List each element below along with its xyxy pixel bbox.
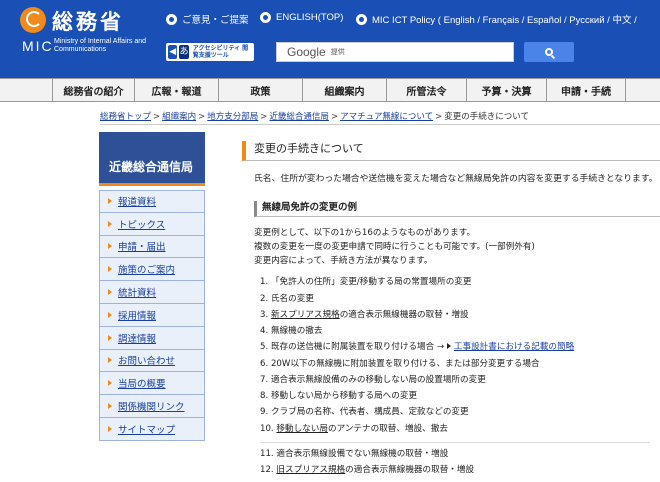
list-item: 6. 20W以下の無線機に附加装置を取り付ける、または部分変更する場合: [260, 359, 540, 369]
design-simplification-link[interactable]: 工事設計書における記載の簡略: [454, 342, 574, 352]
list-item: 5. 既存の送信機に附属装置を取り付ける場合 → 工事設計書における記載の簡略: [260, 342, 575, 352]
arrow-icon: [108, 334, 112, 341]
sidebar-menu: 報道資料 トピックス 申請・届出 施策のご案内 統計資料 採用情報 調達情報 お…: [99, 190, 205, 441]
breadcrumb-link[interactable]: アマチュア無線について: [340, 112, 433, 122]
breadcrumb-link[interactable]: 近畿総合通信局: [269, 112, 329, 122]
toplink-english[interactable]: ENGLISH(TOP): [260, 12, 343, 23]
hiragana-icon: あ: [179, 45, 189, 59]
speaker-icon: ◀: [168, 45, 178, 59]
toplink-feedback[interactable]: ご意見・ご提案: [166, 12, 249, 26]
logo-abbr[interactable]: MIC: [22, 38, 54, 54]
search-button[interactable]: [524, 42, 574, 62]
breadcrumb-link[interactable]: 地方支分部局: [207, 112, 258, 122]
mic-logo-icon[interactable]: [20, 7, 46, 33]
sidebar-item-label: サイトマップ: [118, 424, 176, 436]
sidebar-item-label: 調達情報: [118, 333, 157, 345]
search-icon: [545, 48, 553, 56]
arrow-icon: [108, 220, 112, 227]
sidebar-item-sitemap[interactable]: サイトマップ: [99, 417, 205, 441]
google-brand: Google: [287, 45, 326, 59]
paragraph: 変更内容によって、手続き方法が異なります。: [254, 256, 433, 266]
sidebar-item-contact[interactable]: お問い合わせ: [99, 349, 205, 373]
sidebar-item-statistics[interactable]: 統計資料: [99, 281, 205, 304]
breadcrumb-link[interactable]: 組織案内: [162, 112, 196, 122]
radio-icon: [166, 13, 177, 25]
sidebar-item-recruit[interactable]: 採用情報: [99, 303, 205, 327]
sidebar-title[interactable]: 近畿総合通信局: [99, 132, 205, 186]
accessibility-tool-button[interactable]: ◀ あ アクセシビリティ 閲覧支援ツール: [166, 43, 254, 61]
list-item: 7. 適合表示無線設備のみの移動しない局の設置場所の変更: [260, 375, 486, 385]
sidebar-item-label: 当局の概要: [118, 379, 166, 391]
intro-text: 氏名、住所が変わった場合や送信機を変えた場合など無線局免許の内容を変更する手続き…: [254, 174, 658, 184]
sidebar-item-label: お問い合わせ: [118, 356, 176, 368]
list-item: 2. 氏名の変更: [260, 294, 314, 304]
nav-item-budget[interactable]: 予算・決算: [466, 79, 546, 101]
sidebar-item-label: 施策のご案内: [118, 265, 176, 277]
sidebar-item-overview[interactable]: 当局の概要: [99, 372, 205, 396]
arrow-icon: [108, 311, 112, 318]
arrow-icon: [108, 243, 112, 250]
arrow-icon: [108, 425, 112, 432]
list-item: 3. 新スプリアス規格の適合表示無線機器の取替・増設: [260, 310, 469, 320]
sidebar-item-label: 報道資料: [118, 197, 157, 209]
sidebar-item-press[interactable]: 報道資料: [99, 190, 205, 213]
list-item: 12. 旧スプリアス規格の適合表示無線機器の取替・増設: [260, 465, 475, 475]
breadcrumb-current: 変更の手続きについて: [444, 112, 530, 122]
paragraph: 変更例として、以下の1から16のようなものがあります。: [254, 228, 476, 238]
arrow-icon: [108, 403, 112, 410]
arrow-icon: [108, 289, 112, 296]
radio-icon: [260, 12, 271, 23]
sidebar-item-label: 採用情報: [118, 310, 157, 322]
divider: [260, 442, 650, 443]
arrow-icon: [108, 357, 112, 364]
site-header: 総務省 MIC Ministry of Internal Affairs and…: [0, 0, 660, 78]
sidebar-item-applications[interactable]: 申請・届出: [99, 235, 205, 259]
sidebar-item-topics[interactable]: トピックス: [99, 212, 205, 236]
toplink-label: ご意見・ご提案: [182, 15, 249, 26]
nav-item-press[interactable]: 広報・報道: [134, 79, 218, 101]
sidebar-item-label: トピックス: [118, 219, 166, 231]
divider: [100, 124, 660, 125]
accessibility-label: アクセシビリティ 閲覧支援ツール: [192, 45, 249, 59]
sidebar-item-label: 申請・届出: [118, 242, 166, 254]
sidebar-item-policies[interactable]: 施策のご案内: [99, 258, 205, 282]
search-placeholder: 提供: [330, 48, 345, 56]
arrow-icon: [108, 380, 112, 387]
list-item: 11. 適合表示無線設備でない無線機の取替・増設: [260, 449, 449, 459]
list-item: 1. 「免許人の住所」変更/移動する局の常置場所の変更: [260, 277, 472, 287]
list-item: 10. 移動しない局のアンテナの取替、増設、撤去: [260, 424, 448, 434]
underlined-term: 移動しない局: [276, 424, 328, 434]
page-title: 変更の手続きについて: [242, 141, 660, 161]
toplink-ict-policy[interactable]: MIC ICT Policy ( English / Français / Es…: [356, 12, 637, 26]
sidebar-item-links[interactable]: 関係機関リンク: [99, 395, 205, 418]
search-input[interactable]: Google 提供: [276, 42, 514, 62]
breadcrumb-link[interactable]: 総務省トップ: [100, 112, 151, 122]
link-arrow-icon: [446, 343, 451, 349]
list-item: 4. 無線機の撤去: [260, 326, 323, 336]
logo-kanji[interactable]: 総務省: [52, 6, 124, 36]
radio-icon: [356, 13, 367, 25]
sidebar-item-procurement[interactable]: 調達情報: [99, 326, 205, 350]
sidebar-item-label: 関係機関リンク: [118, 402, 185, 414]
list-item: 8. 移動しない局から移動する局への変更: [260, 391, 418, 401]
toplink-label: MIC ICT Policy ( English / Français / Es…: [372, 15, 637, 26]
toplink-label: ENGLISH(TOP): [276, 12, 344, 23]
nav-item-organization[interactable]: 組織案内: [302, 79, 386, 101]
arrow-icon: [108, 266, 112, 273]
global-nav: 総務省の紹介 広報・報道 政策 組織案内 所管法令 予算・決算 申請・手続: [0, 78, 660, 102]
breadcrumb: 総務省トップ > 組織案内 > 地方支分部局 > 近畿総合通信局 > アマチュア無線について > 変…: [100, 112, 530, 122]
sidebar-item-label: 統計資料: [118, 288, 157, 300]
underlined-term: 新スプリアス規格: [270, 310, 340, 320]
nav-item-laws[interactable]: 所管法令: [386, 79, 466, 101]
paragraph: 複数の変更を一度の変更申請で同時に行うことも可能です。(一部例外有): [254, 242, 535, 252]
nav-item-applications[interactable]: 申請・手続: [546, 79, 626, 101]
logo-english[interactable]: Ministry of Internal Affairs and Communi…: [54, 38, 184, 54]
arrow-icon: [108, 198, 112, 205]
list-item: 9. クラブ局の名称、代表者、構成員、定款などの変更: [260, 407, 469, 417]
nav-item-policy[interactable]: 政策: [218, 79, 302, 101]
nav-item-about[interactable]: 総務省の紹介: [52, 79, 134, 101]
section-heading: 無線局免許の変更の例: [254, 201, 660, 217]
underlined-term: 旧スプリアス規格: [276, 465, 346, 475]
